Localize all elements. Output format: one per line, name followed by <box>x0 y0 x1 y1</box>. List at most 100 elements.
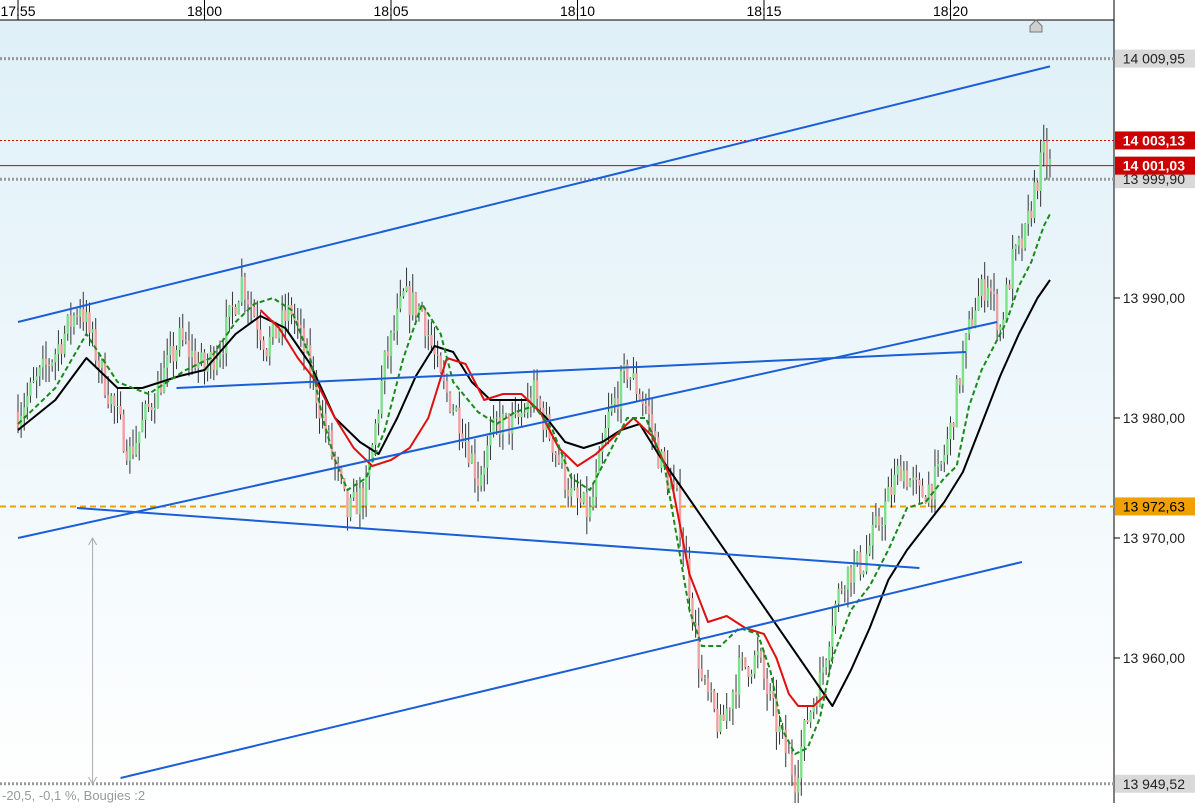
candle-up <box>451 410 455 412</box>
candle-down <box>172 346 175 362</box>
candle-down <box>539 398 542 408</box>
candle-up <box>796 778 800 793</box>
candle-up <box>134 442 138 455</box>
candle-up <box>856 552 859 563</box>
candle-down <box>840 588 843 591</box>
candle-up <box>1027 210 1030 224</box>
candle-up <box>961 352 965 385</box>
candle-down <box>430 335 433 346</box>
candle-up <box>396 308 399 331</box>
candle-down <box>713 690 716 709</box>
candle-up <box>719 714 722 732</box>
candle-down <box>414 292 418 316</box>
price-tick-label: 13 980,00 <box>1123 410 1185 426</box>
candle-down <box>650 414 654 432</box>
candle-up <box>349 497 352 518</box>
candle-up <box>964 333 968 353</box>
candle-up <box>756 651 759 656</box>
price-tag-label: 14 003,13 <box>1123 132 1185 148</box>
candle-up <box>392 330 396 333</box>
candle-up <box>327 430 331 432</box>
candle-down <box>700 668 704 679</box>
candle-down <box>647 405 651 415</box>
candle-up <box>352 492 355 498</box>
price-chart[interactable]: 17:55 18:00 18:05 18:10 18:15 18:20 13 960,00… <box>0 0 1195 803</box>
candle-down <box>728 708 732 710</box>
candle-up <box>156 380 160 408</box>
candle-up <box>588 507 592 517</box>
candle-down <box>672 482 676 484</box>
candle-up <box>868 545 871 554</box>
candle-down <box>150 406 153 411</box>
candle-up <box>753 655 756 674</box>
candle-down <box>346 488 349 518</box>
candle-down <box>458 407 461 434</box>
candle-down <box>722 714 725 721</box>
candle-down <box>1008 284 1011 289</box>
measure-label: -20,5, -0,1 %, Bougies :2 <box>2 788 145 803</box>
candle-down <box>899 465 902 482</box>
candle-up <box>896 465 899 475</box>
candle-up <box>57 344 60 355</box>
chart-root[interactable]: 17:55 18:00 18:05 18:10 18:15 18:20 13 960,00… <box>0 0 1195 803</box>
candle-up <box>72 315 76 327</box>
candle-down <box>88 312 91 333</box>
price-tick-label: 13 960,00 <box>1123 650 1185 666</box>
candle-up <box>874 516 878 525</box>
price-tag-label: 14 001,03 <box>1123 158 1185 174</box>
candle-down <box>635 373 638 395</box>
candle-down <box>747 667 750 677</box>
candle-down <box>16 412 20 428</box>
candle-up <box>470 453 474 464</box>
candle-up <box>153 407 156 411</box>
candle-down <box>1030 210 1033 219</box>
candle-down <box>759 651 763 658</box>
candle-up <box>23 407 26 417</box>
candle-up <box>1033 182 1036 219</box>
candle-up <box>495 417 498 419</box>
candle-up <box>399 296 402 309</box>
candle-up <box>887 487 890 502</box>
candle-up <box>479 474 483 486</box>
candle-down <box>535 380 539 399</box>
candle-up <box>427 335 430 337</box>
candle-up <box>831 625 834 647</box>
candle-up <box>1048 158 1052 166</box>
candle-up <box>977 295 980 311</box>
candle-down <box>44 358 48 365</box>
candle-up <box>1005 284 1008 320</box>
candle-up <box>374 423 377 445</box>
candle-down <box>284 310 287 321</box>
candle-up <box>29 382 32 396</box>
candle-up <box>570 488 573 497</box>
candle-up <box>943 454 946 463</box>
candle-down <box>60 344 63 354</box>
candle-down <box>473 453 477 479</box>
candle-down <box>915 477 918 480</box>
candle-down <box>958 379 962 385</box>
candle-down <box>579 498 582 503</box>
candle-down <box>734 692 738 695</box>
candle-down <box>94 329 97 361</box>
candle-up <box>1014 245 1017 249</box>
candle-up <box>632 373 635 379</box>
candle-up <box>1039 152 1042 191</box>
candle-down <box>905 470 909 487</box>
candle-up <box>240 276 243 303</box>
candle-down <box>849 567 853 583</box>
candle-up <box>769 690 772 694</box>
candle-down <box>921 485 924 497</box>
candle-down <box>1045 141 1049 166</box>
candle-up <box>402 291 405 297</box>
candle-up <box>383 351 386 381</box>
candle-up <box>523 412 526 414</box>
candle-down <box>585 492 589 517</box>
candle-down <box>716 708 719 732</box>
candle-down <box>476 478 480 486</box>
candle-up <box>837 588 840 604</box>
candle-up <box>128 446 132 461</box>
candle-up <box>852 562 856 583</box>
candle-down <box>122 414 125 452</box>
price-tag-label: 14 009,95 <box>1123 51 1185 67</box>
candle-up <box>824 660 828 668</box>
